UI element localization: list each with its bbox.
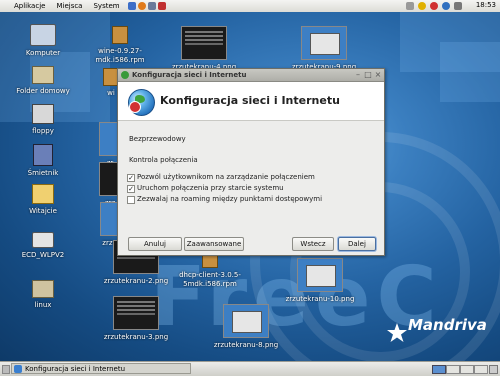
computer-icon <box>30 24 56 46</box>
menu-aplikacje[interactable]: Aplikacje <box>14 2 45 10</box>
network-icon[interactable] <box>406 2 414 10</box>
dialog-titlebar[interactable]: Konfiguracja sieci i Internetu – □ × <box>118 69 384 82</box>
workspace-4-icon[interactable] <box>474 365 488 374</box>
allow-users-checkbox[interactable]: ✓ <box>127 174 135 182</box>
floppy-icon <box>32 104 54 124</box>
close-icon[interactable]: × <box>374 71 382 79</box>
workspace-1-icon[interactable] <box>432 365 446 374</box>
desktop-icon-home[interactable]: Folder domowy <box>3 66 83 96</box>
trash-icon <box>33 144 53 166</box>
image-thumbnail <box>113 296 159 330</box>
dialog-heading: Konfiguracja sieci i Internetu <box>160 94 340 107</box>
file-wine-rpm[interactable]: wine-0.9.27-mdk.i586.rpm <box>80 26 160 65</box>
section-label-connection-control: Kontrola połączenia <box>129 156 198 164</box>
image-thumbnail <box>301 26 347 60</box>
file-zrzutekranu-9[interactable]: zrzutekranu-9.png <box>284 26 364 72</box>
image-thumbnail <box>297 258 343 292</box>
clock[interactable]: 18:53 <box>476 1 496 9</box>
advanced-button[interactable]: Zaawansowane <box>184 237 244 251</box>
file-zrzutekranu-8[interactable]: zrzutekranu-8.png <box>206 304 286 350</box>
desktop-icon-floppy[interactable]: floppy <box>3 104 83 136</box>
welcome-icon <box>32 184 54 204</box>
cancel-button[interactable]: Anuluj <box>128 237 182 251</box>
office-launcher-icon[interactable] <box>157 2 166 10</box>
volume-icon[interactable] <box>454 2 462 10</box>
allow-users-label[interactable]: Pozwól użytkownikom na zarządzanie połąc… <box>137 173 315 181</box>
back-button[interactable]: Wstecz <box>292 237 334 251</box>
trash-applet-icon[interactable] <box>489 365 498 374</box>
drive-icon <box>32 232 54 248</box>
section-label-wireless: Bezprzewodowy <box>129 135 186 143</box>
show-desktop-icon[interactable] <box>2 365 10 374</box>
mandriva-star-icon <box>387 323 407 342</box>
maximize-icon[interactable]: □ <box>364 71 372 79</box>
help-icon[interactable] <box>442 2 450 10</box>
dialog-body: Bezprzewodowy Kontrola połączenia ✓ Pozw… <box>118 121 384 241</box>
start-on-boot-checkbox[interactable]: ✓ <box>127 185 135 193</box>
update-icon[interactable] <box>418 2 426 10</box>
file-zrzutekranu-4[interactable]: zrzutekranu-4.png <box>164 26 244 72</box>
file-zrzutekranu-3[interactable]: zrzutekranu-3.png <box>96 296 176 342</box>
help-launcher-icon[interactable] <box>127 2 136 10</box>
desktop-icon-witajcie[interactable]: Witajcie <box>3 184 83 216</box>
taskbar-button-network-config[interactable]: Konfiguracja sieci i Internetu <box>11 363 191 374</box>
dialog-title: Konfiguracja sieci i Internetu <box>132 71 247 79</box>
image-thumbnail <box>181 26 227 60</box>
workspace-2-icon[interactable] <box>446 365 460 374</box>
start-on-boot-label[interactable]: Uruchom połączenia przy starcie systemu <box>137 184 284 192</box>
minimize-icon[interactable]: – <box>354 71 362 79</box>
network-globe-icon <box>128 89 155 116</box>
file-zrzutekranu-10[interactable]: zrzutekranu-10.png <box>280 258 360 304</box>
roaming-checkbox[interactable] <box>127 196 135 204</box>
mandriva-logo: Mandriva <box>408 316 487 334</box>
alert-icon[interactable] <box>430 2 438 10</box>
folder-icon <box>32 280 54 298</box>
desktop-icon-komputer[interactable]: Komputer <box>3 24 83 58</box>
menu-miejsca[interactable]: Miejsca <box>56 2 82 10</box>
desktop-icon-trash[interactable]: Śmietnik <box>3 144 83 178</box>
menu-system[interactable]: System <box>93 2 119 10</box>
app-icon <box>14 365 22 373</box>
image-thumbnail <box>223 304 269 338</box>
package-icon <box>112 26 128 44</box>
next-button[interactable]: Dalej <box>338 237 376 251</box>
bottom-panel: Konfiguracja sieci i Internetu <box>0 361 500 376</box>
network-config-dialog: Konfiguracja sieci i Internetu – □ × Kon… <box>117 68 385 256</box>
mail-launcher-icon[interactable] <box>147 2 156 10</box>
desktop-icon-ecd[interactable]: ECD_WLPV2 <box>3 232 83 260</box>
firefox-launcher-icon[interactable] <box>137 2 146 10</box>
roaming-label[interactable]: Zezwalaj na roaming między punktami dost… <box>137 195 322 203</box>
desktop-icon-linux[interactable]: linux <box>3 280 83 310</box>
app-icon <box>121 71 129 79</box>
workspace-3-icon[interactable] <box>460 365 474 374</box>
home-folder-icon <box>32 66 54 84</box>
dialog-footer: Anuluj Zaawansowane Wstecz Dalej <box>118 231 384 255</box>
dialog-header: Konfiguracja sieci i Internetu <box>118 82 384 121</box>
